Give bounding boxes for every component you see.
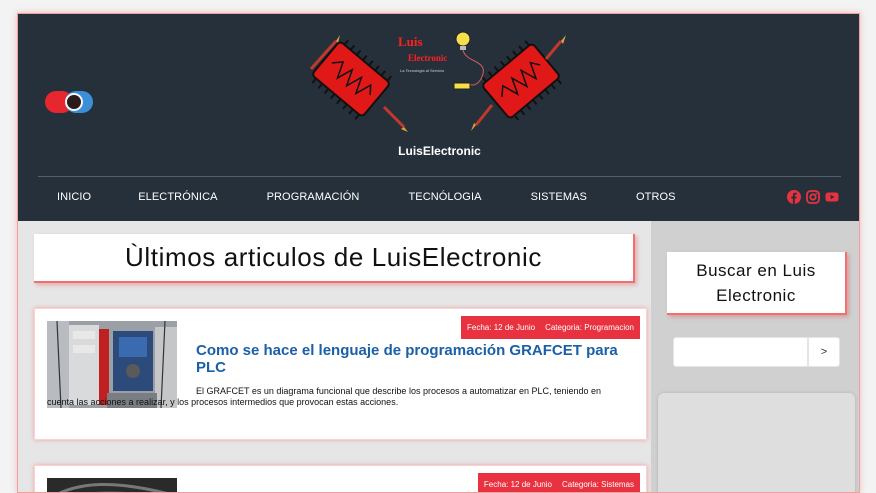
site-title[interactable]: LuisElectronic xyxy=(18,144,859,158)
toggle-knob xyxy=(65,93,83,111)
instagram-icon[interactable] xyxy=(806,190,820,204)
page-heading: Ùltimos articulos de LuisElectronic xyxy=(125,242,542,272)
facebook-icon[interactable] xyxy=(787,190,801,204)
main-nav: INICIO ELECTRÓNICA PROGRAMACIÓN TECNÓLOG… xyxy=(40,191,708,203)
logo-line2: Electronic xyxy=(408,53,448,63)
nav-item-inicio[interactable]: INICIO xyxy=(40,191,91,203)
latest-articles-card: Ùltimos articulos de LuisElectronic xyxy=(34,234,635,283)
search-input[interactable] xyxy=(673,337,808,367)
logo-tagline: La Tecnologia al Servicio xyxy=(400,68,445,73)
logo-chip-graphic xyxy=(309,31,566,132)
article-meta-badge: Fecha: 12 de Junio Categoria: Programaci… xyxy=(461,316,640,339)
article-card[interactable]: Fecha: 12 de Junio Categoria: Sistemas xyxy=(34,465,647,492)
article-category[interactable]: Categoria: Programacion xyxy=(545,316,634,339)
search-button[interactable]: > xyxy=(808,337,840,367)
page-frame: Luis Electronic La Tecnologia al Servici… xyxy=(17,13,860,493)
nav-item-tecnologia[interactable]: TECNÓLOGIA xyxy=(391,191,481,203)
article-date: Fecha: 12 de Junio xyxy=(483,480,552,489)
main-content: Ùltimos articulos de LuisElectronic Fech… xyxy=(18,221,651,492)
nav-divider xyxy=(38,176,841,177)
nav-item-electronica[interactable]: ELECTRÓNICA xyxy=(121,191,217,203)
article-date: Fecha: 12 de Junio xyxy=(467,323,536,332)
article-meta-badge: Fecha: 12 de Junio Categoria: Sistemas xyxy=(477,473,640,492)
nav-item-sistemas[interactable]: SISTEMAS xyxy=(514,191,587,203)
site-logo[interactable]: Luis Electronic La Tecnologia al Servici… xyxy=(306,19,571,137)
social-links xyxy=(787,190,839,204)
article-card[interactable]: Fecha: 12 de Junio Categoria: Programaci… xyxy=(34,308,647,440)
sidebar-widget-box xyxy=(658,393,855,492)
article-category[interactable]: Categoria: Sistemas xyxy=(562,473,634,492)
nav-item-programacion[interactable]: PROGRAMACIÓN xyxy=(250,191,360,203)
theme-toggle[interactable] xyxy=(45,91,93,113)
article-title-link[interactable]: Como se hace el lenguaje de programación… xyxy=(196,342,636,376)
search-widget-title: Buscar en Luis Electronic xyxy=(667,252,847,315)
youtube-icon[interactable] xyxy=(825,190,839,204)
search-form: > xyxy=(673,337,840,367)
site-header: Luis Electronic La Tecnologia al Servici… xyxy=(18,14,859,221)
logo-line1: Luis xyxy=(398,34,423,49)
article-thumbnail[interactable] xyxy=(47,478,177,492)
sidebar: Buscar en Luis Electronic > xyxy=(651,221,859,492)
nav-item-otros[interactable]: OTROS xyxy=(619,191,676,203)
article-excerpt: El GRAFCET es un diagrama funcional que … xyxy=(47,386,602,407)
